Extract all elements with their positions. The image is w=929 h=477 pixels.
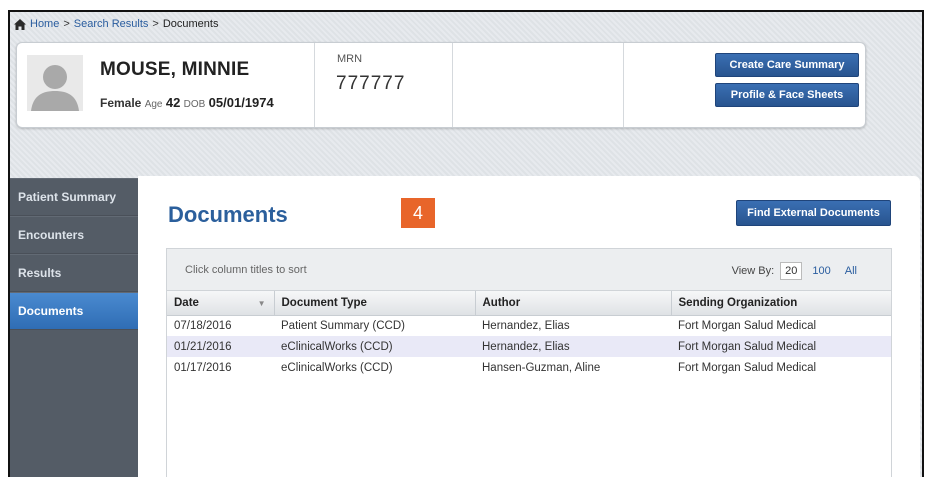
sidebar-nav: Patient Summary Encounters Results Docum… (10, 178, 152, 477)
profile-face-sheets-button[interactable]: Profile & Face Sheets (715, 83, 859, 107)
cell-sending-organization: Fort Morgan Salud Medical (678, 361, 817, 374)
view-by-option-20[interactable]: 20 (780, 262, 803, 280)
cell-author: Hernandez, Elias (482, 340, 570, 353)
sidebar-item-patient-summary[interactable]: Patient Summary (10, 178, 138, 216)
view-by-option-100[interactable]: 100 (808, 263, 834, 279)
table-row[interactable]: 01/17/2016 eClinicalWorks (CCD) Hansen-G… (167, 357, 891, 378)
breadcrumb-separator: > (152, 18, 159, 30)
column-header-sending-organization[interactable]: Sending Organization (671, 291, 891, 316)
breadcrumb: Home > Search Results > Documents (14, 18, 218, 30)
breadcrumb-current: Documents (162, 18, 219, 30)
sort-down-icon: ▼ (257, 299, 266, 308)
cell-sending-organization: Fort Morgan Salud Medical (678, 340, 817, 353)
patient-name: MOUSE, MINNIE (100, 59, 250, 80)
person-silhouette-icon (27, 55, 83, 111)
view-by-control: View By: 20 100 All (732, 262, 861, 280)
table-toolbar: Click column titles to sort View By: 20 … (167, 249, 891, 291)
create-care-summary-button[interactable]: Create Care Summary (715, 53, 859, 77)
column-header-label: Date (174, 296, 199, 309)
patient-demographics: Female Age 42 DOB 05/01/1974 (100, 95, 274, 110)
cell-date: 01/17/2016 (174, 361, 232, 374)
sidebar-item-documents[interactable]: Documents (10, 292, 152, 331)
app-window: Home > Search Results > Documents MOUSE,… (8, 10, 924, 477)
patient-age: 42 (165, 95, 181, 110)
find-external-documents-button[interactable]: Find External Documents (736, 200, 891, 226)
cell-author: Hansen-Guzman, Aline (482, 361, 601, 374)
view-by-label: View By: (731, 265, 775, 277)
documents-panel: Documents 4 Find External Documents Clic… (138, 176, 920, 477)
documents-table: Date ▼ Document Type Author Sending Orga… (167, 291, 891, 378)
cell-document-type: Patient Summary (CCD) (281, 319, 405, 332)
home-icon[interactable] (14, 18, 26, 30)
age-label: Age (144, 99, 163, 110)
table-row[interactable]: 01/21/2016 eClinicalWorks (CCD) Hernande… (167, 336, 891, 357)
column-header-author[interactable]: Author (475, 291, 672, 316)
cell-date: 07/18/2016 (174, 319, 232, 332)
patient-dob: 05/01/1974 (208, 95, 274, 110)
view-by-option-all[interactable]: All (841, 263, 861, 279)
table-header-row: Date ▼ Document Type Author Sending Orga… (167, 291, 891, 316)
column-header-document-type[interactable]: Document Type (274, 291, 476, 316)
breadcrumb-separator: > (63, 18, 70, 30)
cell-document-type: eClinicalWorks (CCD) (281, 340, 393, 353)
header-divider (314, 43, 315, 127)
dob-label: DOB (183, 99, 206, 110)
patient-header-card: MOUSE, MINNIE Female Age 42 DOB 05/01/19… (16, 42, 866, 128)
mrn-value: 777777 (336, 73, 406, 94)
page-title: Documents (168, 202, 288, 227)
table-row[interactable]: 07/18/2016 Patient Summary (CCD) Hernand… (167, 315, 891, 336)
breadcrumb-search-results-link[interactable]: Search Results (74, 18, 149, 30)
step-badge: 4 (401, 198, 435, 228)
cell-date: 01/21/2016 (174, 340, 232, 353)
breadcrumb-home-link[interactable]: Home (30, 18, 59, 30)
header-divider (452, 43, 453, 127)
avatar (27, 55, 83, 111)
sidebar-item-results[interactable]: Results (10, 254, 138, 292)
documents-table-container: Click column titles to sort View By: 20 … (166, 248, 892, 477)
sort-hint: Click column titles to sort (185, 264, 307, 276)
mrn-label: MRN (337, 53, 363, 65)
cell-sending-organization: Fort Morgan Salud Medical (678, 319, 817, 332)
column-header-date[interactable]: Date ▼ (167, 291, 275, 316)
cell-document-type: eClinicalWorks (CCD) (281, 361, 393, 374)
sidebar-item-encounters[interactable]: Encounters (10, 216, 138, 254)
cell-author: Hernandez, Elias (482, 319, 570, 332)
patient-gender: Female (100, 96, 142, 110)
header-divider (623, 43, 624, 127)
